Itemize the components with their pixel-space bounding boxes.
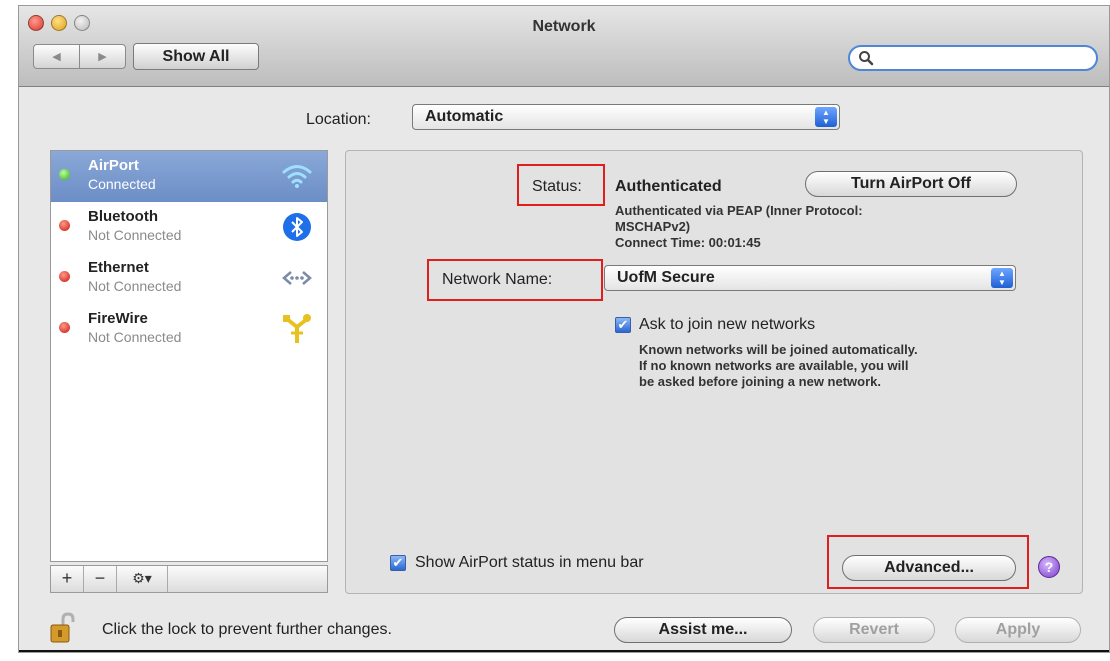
location-select[interactable]: Automatic ▲ ▼	[412, 104, 840, 130]
status-detail-line1: Authenticated via PEAP (Inner Protocol:	[615, 203, 863, 218]
service-item-firewire[interactable]: FireWire Not Connected	[51, 304, 327, 355]
lock-icon[interactable]	[49, 612, 75, 644]
service-status: Connected	[88, 176, 156, 192]
ask-to-join-help-line3: be asked before joining a new network.	[639, 374, 881, 389]
chevron-updown-icon: ▲ ▼	[991, 268, 1013, 288]
checkmark-icon: ✔	[392, 555, 404, 570]
status-indicator-red	[59, 220, 70, 231]
status-indicator-red	[59, 271, 70, 282]
checkmark-icon: ✔	[617, 317, 629, 332]
service-name: Bluetooth	[88, 208, 158, 225]
location-value: Automatic	[425, 108, 504, 125]
service-name: AirPort	[88, 157, 139, 174]
service-status: Not Connected	[88, 278, 182, 294]
ask-to-join-checkbox[interactable]: ✔	[615, 317, 631, 333]
revert-button[interactable]: Revert	[813, 617, 935, 643]
service-status: Not Connected	[88, 329, 182, 345]
status-indicator-red	[59, 322, 70, 333]
show-status-label: Show AirPort status in menu bar	[415, 554, 644, 571]
search-icon	[859, 51, 874, 66]
location-label: Location:	[306, 111, 371, 128]
network-preferences-window: Network ◀ ▶ Show All Location: Automatic…	[18, 5, 1110, 653]
remove-service-button[interactable]: −	[84, 566, 117, 592]
firewire-icon	[283, 314, 311, 343]
network-name-value: UofM Secure	[617, 269, 715, 286]
search-field[interactable]	[848, 45, 1098, 71]
service-name: FireWire	[88, 310, 148, 327]
service-item-airport[interactable]: AirPort Connected	[51, 151, 327, 202]
status-value: Authenticated	[615, 178, 722, 195]
status-indicator-green	[59, 169, 70, 180]
window-title: Network	[532, 18, 596, 35]
bluetooth-icon	[283, 213, 311, 241]
ethernet-icon	[282, 271, 312, 285]
wifi-icon	[282, 165, 312, 188]
forward-button[interactable]: ▶	[79, 45, 125, 68]
ask-to-join-label: Ask to join new networks	[639, 316, 816, 333]
status-detail-line2: MSCHAPv2)	[615, 219, 691, 234]
back-forward-control: ◀ ▶	[33, 44, 126, 69]
service-status: Not Connected	[88, 227, 182, 243]
add-service-button[interactable]: +	[51, 566, 84, 592]
turn-airport-off-button[interactable]: Turn AirPort Off	[805, 171, 1017, 197]
service-item-bluetooth[interactable]: Bluetooth Not Connected	[51, 202, 327, 253]
connect-time: Connect Time: 00:01:45	[615, 235, 761, 250]
highlight-advanced	[827, 535, 1029, 589]
service-name: Ethernet	[88, 259, 149, 276]
service-list-toolbar: + − ⚙▾	[50, 565, 328, 593]
chevron-updown-icon: ▲ ▼	[815, 107, 837, 127]
highlight-network-name	[427, 259, 603, 301]
show-status-checkbox[interactable]: ✔	[390, 555, 406, 571]
service-list: AirPort Connected Bluetooth Not Connecte…	[50, 150, 328, 562]
action-menu-button[interactable]: ⚙▾	[117, 566, 168, 592]
ask-to-join-help-line1: Known networks will be joined automatica…	[639, 342, 918, 357]
network-name-select[interactable]: UofM Secure ▲ ▼	[604, 265, 1016, 291]
ask-to-join-help-line2: If no known networks are available, you …	[639, 358, 909, 373]
title-bar: Network ◀ ▶ Show All	[19, 6, 1109, 87]
lock-message: Click the lock to prevent further change…	[102, 621, 392, 638]
service-item-ethernet[interactable]: Ethernet Not Connected	[51, 253, 327, 304]
help-button[interactable]: ?	[1038, 556, 1060, 578]
apply-button[interactable]: Apply	[955, 617, 1081, 643]
highlight-status	[517, 164, 605, 206]
back-button[interactable]: ◀	[34, 45, 79, 68]
show-all-button[interactable]: Show All	[133, 43, 259, 70]
assist-me-button[interactable]: Assist me...	[614, 617, 792, 643]
